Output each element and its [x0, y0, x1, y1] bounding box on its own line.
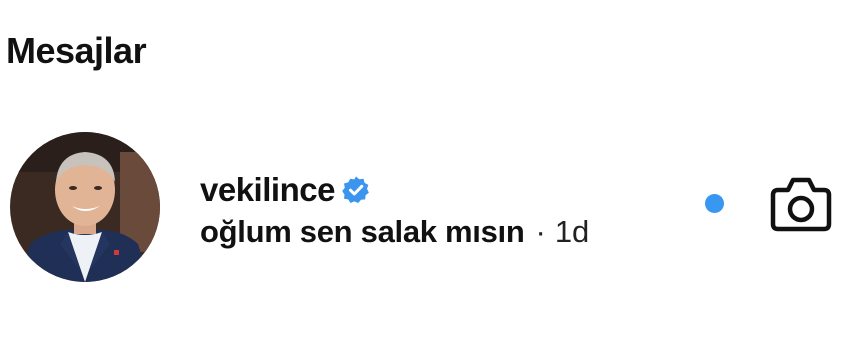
unread-dot [705, 194, 724, 213]
preview-line: oğlum sen salak mısın · 1d [200, 214, 589, 250]
camera-button[interactable] [768, 174, 834, 234]
thread-text: vekilince oğlum sen salak mısın · 1d [200, 170, 589, 250]
timestamp: 1d [554, 214, 590, 249]
section-title: Mesajlar [6, 30, 147, 71]
message-preview: oğlum sen salak mısın [200, 214, 525, 249]
name-line: vekilince [200, 170, 589, 210]
thread-row[interactable]: vekilince oğlum sen salak mısın · 1d [0, 120, 854, 290]
username: vekilince [200, 171, 335, 208]
avatar-photo [10, 132, 160, 282]
verified-badge-icon [341, 175, 371, 205]
avatar[interactable] [10, 132, 160, 282]
separator: · [535, 214, 546, 249]
messages-screen: Mesajlar vekilince oğlum sen salak mısın… [0, 0, 854, 358]
camera-icon [770, 177, 832, 232]
